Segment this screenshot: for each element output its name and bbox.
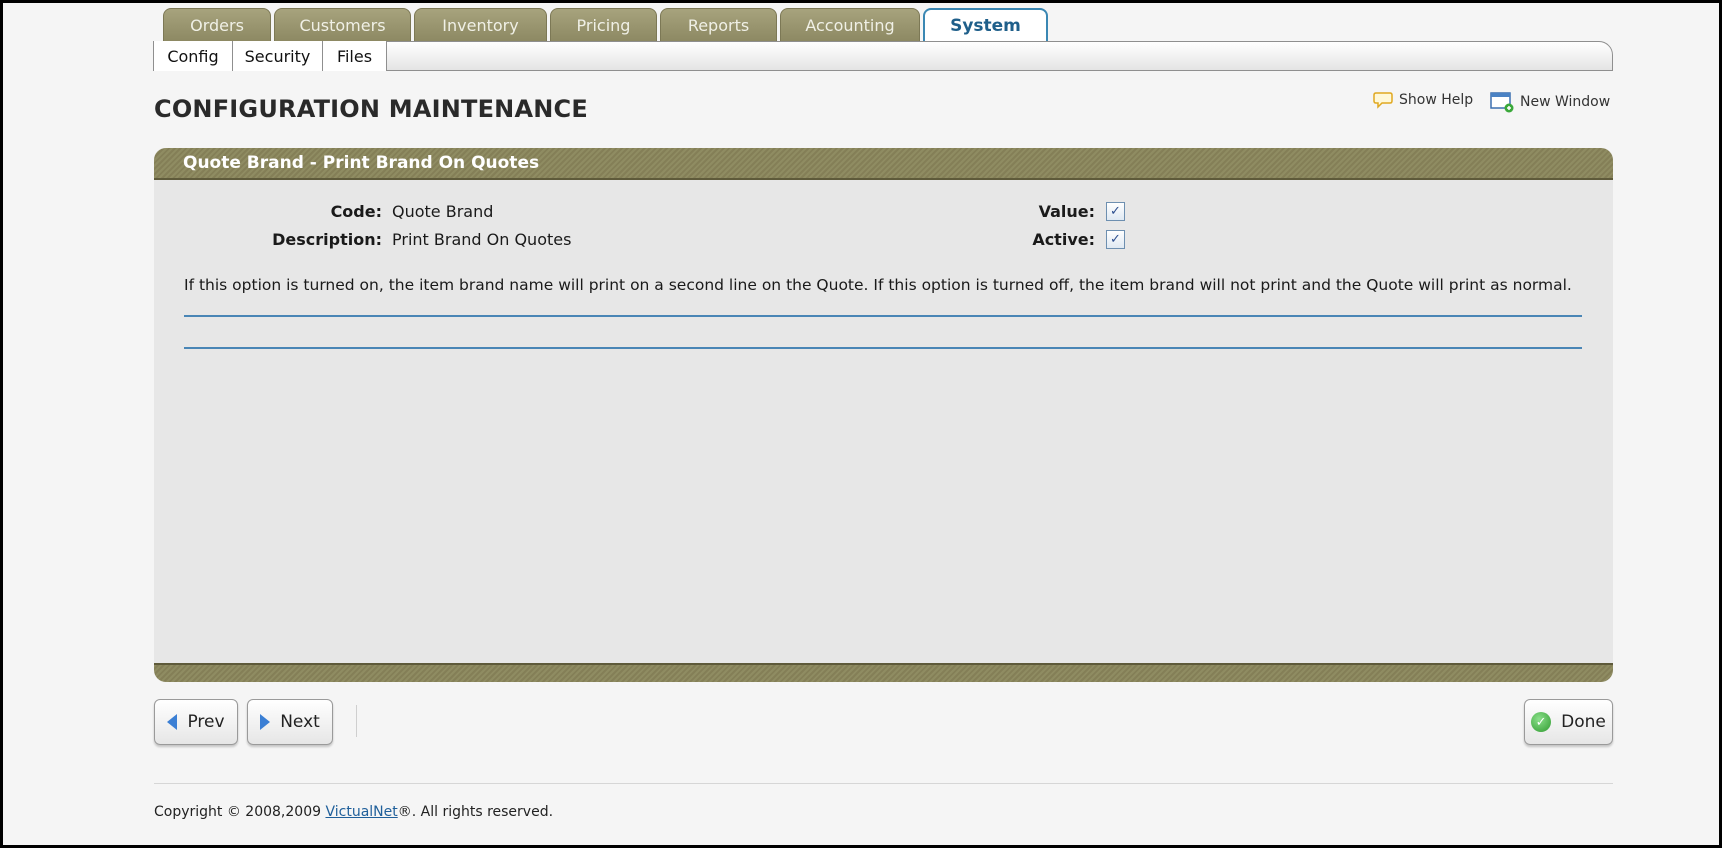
tab-orders[interactable]: Orders [163, 8, 271, 42]
subnav-tabs: Config Security Files [153, 41, 387, 71]
value-checkbox[interactable]: ✓ [1106, 202, 1125, 221]
arrow-left-icon [167, 714, 178, 730]
value-label: Value: [1038, 202, 1095, 221]
tab-accounting[interactable]: Accounting [780, 8, 920, 42]
code-value: Quote Brand [392, 202, 494, 221]
tab-reports[interactable]: Reports [660, 8, 777, 42]
tab-customers[interactable]: Customers [274, 8, 411, 42]
check-circle-icon: ✓ [1531, 712, 1552, 732]
done-button[interactable]: ✓ Done [1524, 699, 1613, 745]
victualnet-link[interactable]: VictualNet [325, 804, 397, 820]
subnav-config[interactable]: Config [153, 41, 233, 71]
new-window-link[interactable]: New Window [1490, 91, 1610, 113]
panel-header: Quote Brand - Print Brand On Quotes [154, 148, 1613, 180]
main-tab-bar: Orders Customers Inventory Pricing Repor… [163, 8, 1051, 42]
description-value: Print Brand On Quotes [392, 230, 572, 249]
speech-bubble-icon [1373, 92, 1393, 109]
tab-pricing[interactable]: Pricing [550, 8, 657, 42]
subnav-files[interactable]: Files [322, 41, 387, 71]
prev-label: Prev [187, 712, 225, 732]
active-checkbox[interactable]: ✓ [1106, 230, 1125, 249]
copyright: Copyright © 2008,2009 VictualNet®. All r… [154, 804, 553, 820]
checkmark-icon: ✓ [1110, 204, 1121, 219]
divider-line [184, 347, 1582, 349]
next-button[interactable]: Next [247, 699, 333, 745]
new-window-label: New Window [1520, 94, 1611, 110]
panel-title: Quote Brand - Print Brand On Quotes [183, 153, 540, 173]
page-title: CONFIGURATION MAINTENANCE [154, 95, 588, 123]
subnav-security[interactable]: Security [232, 41, 323, 71]
description-label: Description: [272, 230, 382, 249]
app-window: Orders Customers Inventory Pricing Repor… [0, 0, 1722, 848]
next-label: Next [280, 712, 320, 732]
tab-system[interactable]: System [923, 8, 1048, 42]
checkmark-icon: ✓ [1110, 232, 1121, 247]
show-help-link[interactable]: Show Help [1373, 91, 1473, 109]
arrow-right-icon [260, 714, 271, 730]
show-help-label: Show Help [1399, 92, 1474, 108]
config-panel-body [154, 180, 1613, 663]
new-window-icon [1490, 92, 1514, 113]
prev-button[interactable]: Prev [154, 699, 238, 745]
help-text: If this option is turned on, the item br… [184, 276, 1572, 294]
tab-inventory[interactable]: Inventory [414, 8, 547, 42]
done-label: Done [1561, 712, 1606, 732]
copyright-prefix: Copyright © 2008,2009 [154, 804, 326, 820]
active-label: Active: [1032, 230, 1095, 249]
copyright-suffix: ®. All rights reserved. [397, 804, 554, 820]
divider-line [184, 315, 1582, 317]
panel-footer [154, 663, 1613, 682]
button-separator [356, 705, 357, 737]
code-label: Code: [330, 202, 382, 221]
footer-divider [154, 783, 1613, 784]
